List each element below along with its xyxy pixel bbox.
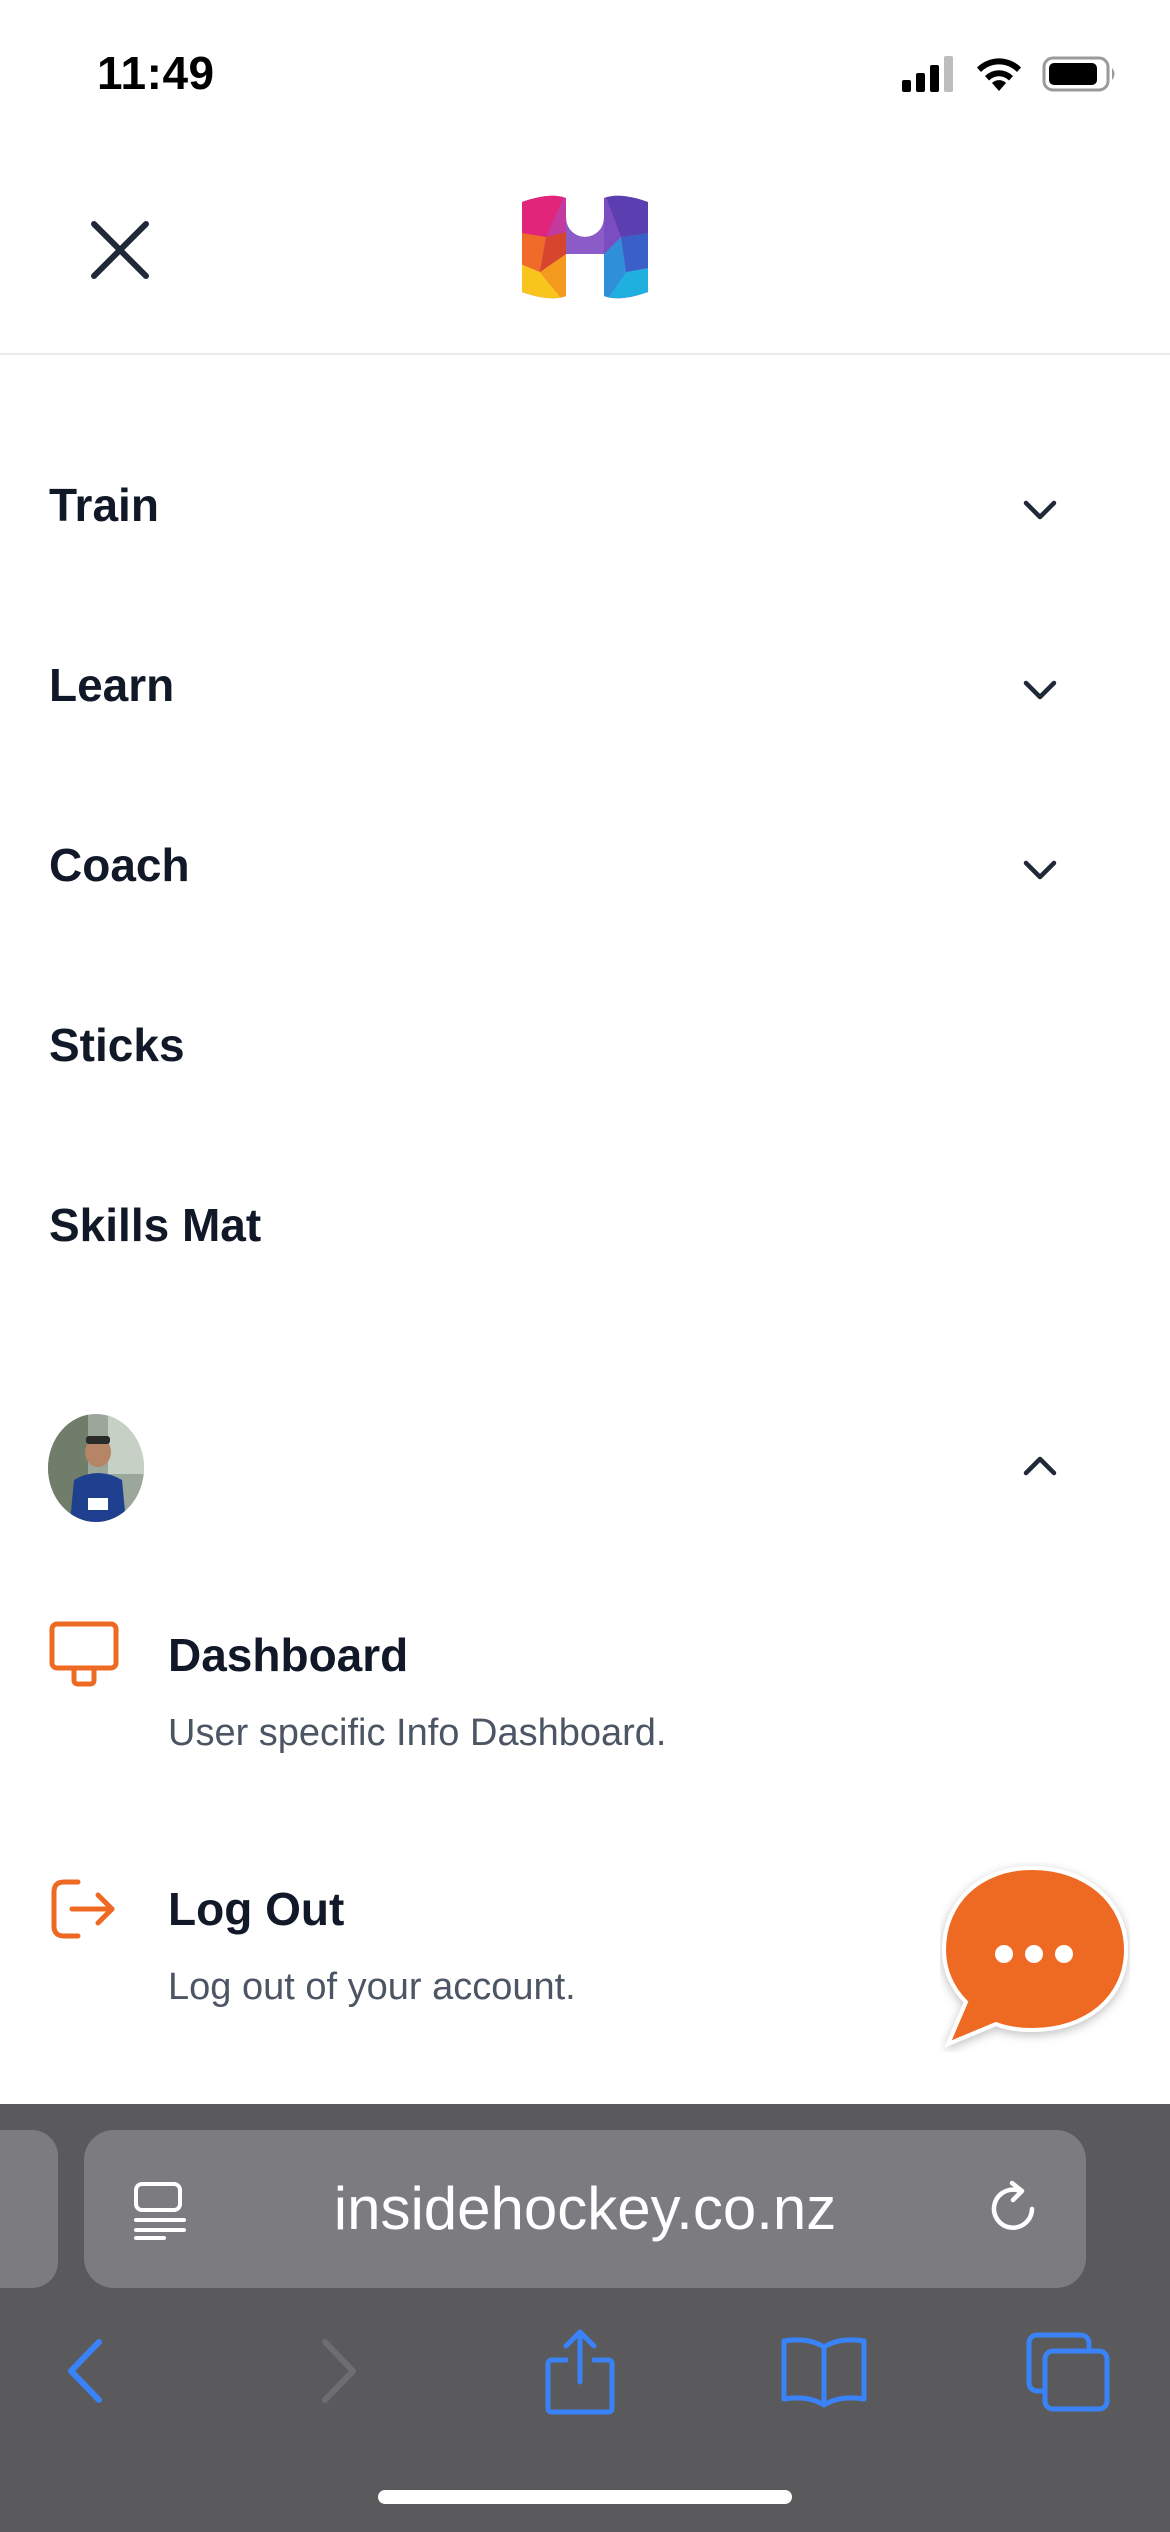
menu-item-label: Train xyxy=(49,479,159,531)
back-button[interactable] xyxy=(36,2326,136,2416)
signal-icon xyxy=(902,56,953,92)
menu-item-label: Coach xyxy=(49,839,190,891)
tabs-icon xyxy=(1026,2332,1110,2412)
menu-item-sticks[interactable]: Sticks xyxy=(0,960,1170,1140)
logout-description: Log out of your account. xyxy=(168,1966,576,2008)
chevron-down-icon[interactable] xyxy=(1018,668,1062,712)
menu-item-train[interactable]: Train xyxy=(0,420,1170,600)
address-bar[interactable]: insidehockey.co.nz xyxy=(84,2130,1086,2288)
avatar xyxy=(48,1414,144,1522)
browser-toolbar: insidehockey.co.nz xyxy=(0,2104,1170,2532)
bookmarks-button[interactable] xyxy=(774,2326,874,2416)
menu-item-label: Learn xyxy=(49,659,175,711)
url-text: insidehockey.co.nz xyxy=(333,2175,837,2242)
monitor-icon xyxy=(49,1621,119,1687)
share-icon xyxy=(545,2329,615,2415)
close-icon[interactable] xyxy=(80,210,160,290)
logout-title: Log Out xyxy=(168,1883,345,1935)
account-toggle[interactable] xyxy=(0,1408,1170,1528)
status-icons xyxy=(902,52,1118,96)
status-bar: 11:49 xyxy=(0,0,1170,150)
dashboard-link[interactable]: Dashboard User specific Info Dashboard. xyxy=(0,1620,1170,1790)
browser-nav xyxy=(0,2318,1170,2428)
menu-item-coach[interactable]: Coach xyxy=(0,780,1170,960)
battery-icon xyxy=(1042,56,1115,92)
reload-icon[interactable] xyxy=(982,2178,1044,2240)
previous-tab-preview[interactable] xyxy=(0,2130,58,2288)
home-indicator xyxy=(378,2490,792,2504)
tabs-button[interactable] xyxy=(1018,2326,1118,2416)
chat-bubble-icon[interactable] xyxy=(940,1862,1130,2052)
share-button[interactable] xyxy=(530,2326,630,2416)
menu-item-skills-mat[interactable]: Skills Mat xyxy=(0,1140,1170,1320)
main-menu: Train Learn Coach Sticks Skills Mat xyxy=(0,420,1170,1320)
wifi-icon xyxy=(977,58,1021,91)
logout-icon xyxy=(51,1879,115,1939)
insidehockey-logo[interactable] xyxy=(516,192,654,304)
dashboard-description: User specific Info Dashboard. xyxy=(168,1712,667,1754)
menu-item-label: Skills Mat xyxy=(49,1199,262,1251)
dashboard-title: Dashboard xyxy=(168,1629,409,1681)
menu-item-learn[interactable]: Learn xyxy=(0,600,1170,780)
status-time: 11:49 xyxy=(97,47,215,99)
menu-header xyxy=(0,150,1170,355)
book-icon xyxy=(781,2337,867,2408)
chevron-down-icon[interactable] xyxy=(1018,488,1062,532)
back-arrow-icon xyxy=(68,2339,102,2403)
forward-arrow-icon xyxy=(322,2339,356,2403)
menu-item-label: Sticks xyxy=(49,1019,185,1071)
chevron-up-icon[interactable] xyxy=(1018,1444,1062,1488)
forward-button[interactable] xyxy=(288,2326,388,2416)
chevron-down-icon[interactable] xyxy=(1018,848,1062,892)
